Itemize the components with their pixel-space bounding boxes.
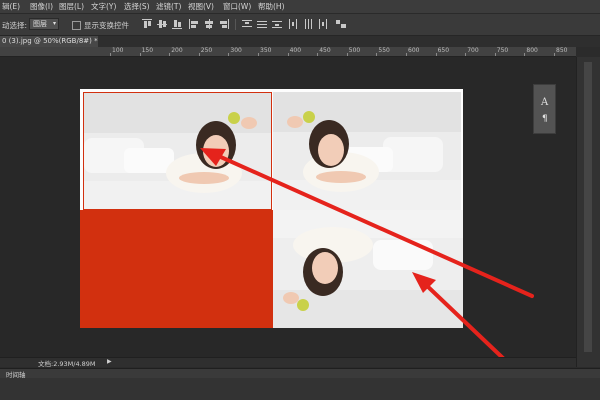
annotation-arrows [200,148,534,363]
timeline-panel-header[interactable] [0,368,600,378]
side-panel: A ¶ [533,84,556,134]
document-size-info: 文档:2.93M/4.89M [38,360,96,368]
vertical-scroll-thumb[interactable] [584,62,592,352]
timeline-panel-body [0,378,600,400]
paragraph-panel-icon[interactable]: ¶ [542,114,548,124]
status-menu-arrow-icon[interactable]: ▶ [107,358,112,365]
arrow-pointer-2 [412,272,508,363]
arrow-pointer-1 [200,148,534,298]
character-panel-icon[interactable]: A [541,97,548,108]
